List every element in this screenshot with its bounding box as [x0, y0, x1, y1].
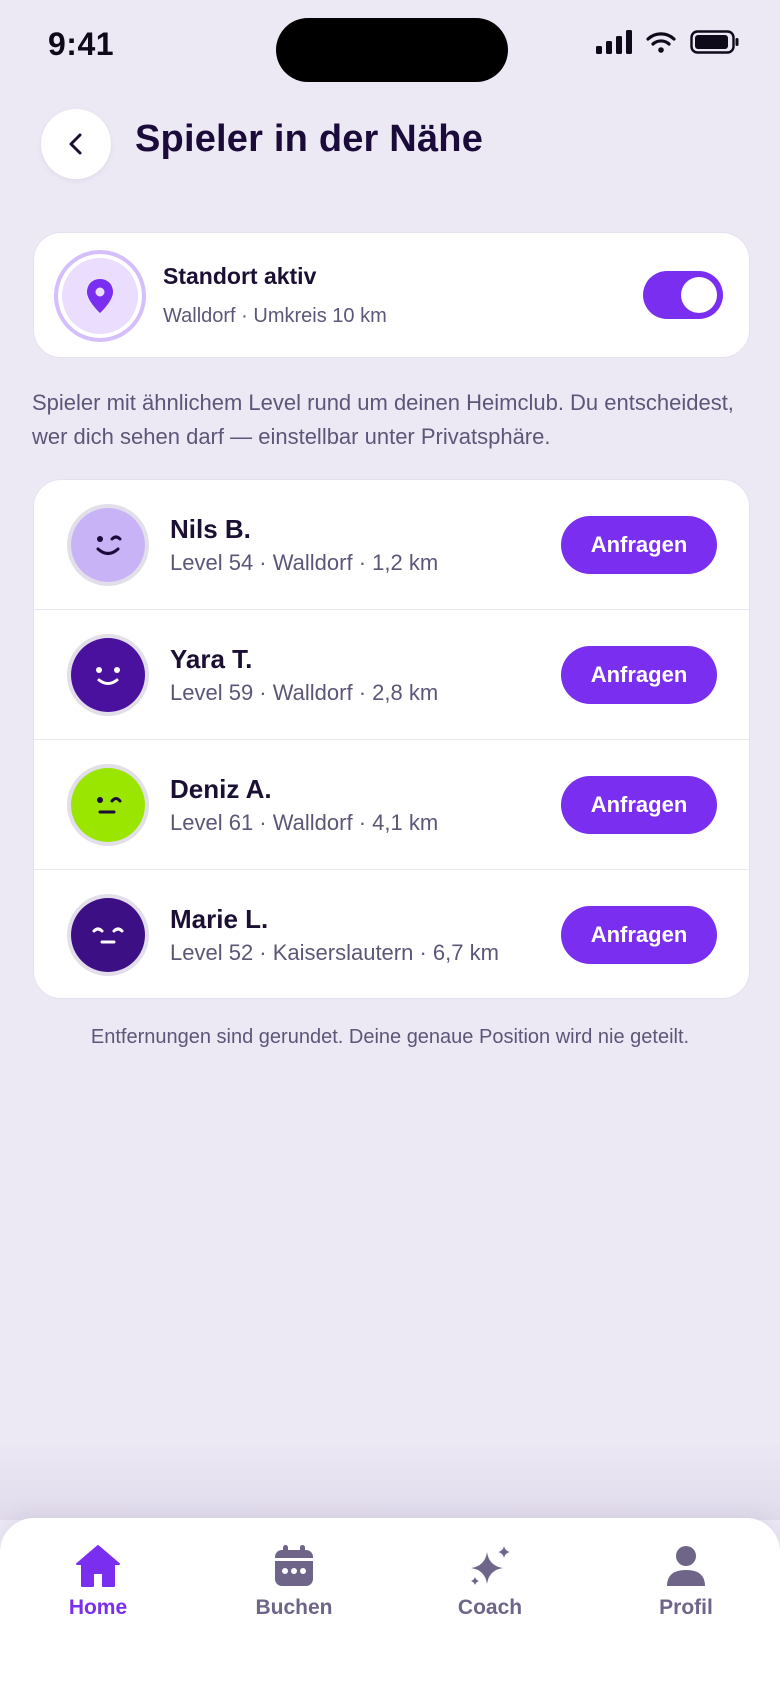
request-button[interactable]: Anfragen	[561, 646, 717, 704]
location-status-title: Standort aktiv	[163, 263, 317, 289]
nav-fade	[0, 1440, 780, 1520]
player-row: Yara T. Level 59 · Walldorf · 2,8 km Anf…	[34, 610, 749, 740]
status-icons	[596, 30, 740, 54]
nav-item-buchen[interactable]: Buchen	[224, 1544, 364, 1620]
intro-text: Spieler mit ähnlichem Level rund um dein…	[32, 390, 734, 449]
player-row: Nils B. Level 54 · Walldorf · 1,2 km Anf…	[34, 480, 749, 610]
player-name: Marie L.	[170, 904, 269, 934]
page-title: Spieler in der Nähe	[135, 118, 484, 160]
smirk-face-icon	[71, 768, 145, 842]
battery-icon	[690, 30, 739, 54]
players-list: Nils B. Level 54 · Walldorf · 1,2 km Anf…	[33, 479, 750, 999]
avatar-face	[71, 508, 145, 582]
nav-label-home: Home	[68, 1596, 128, 1619]
location-radius: Walldorf · Umkreis 10 km	[163, 305, 387, 327]
wifi-icon	[646, 32, 676, 53]
player-meta: Level 52 · Kaiserslautern · 6,7 km	[170, 940, 499, 965]
signal-icon	[596, 30, 632, 54]
request-button[interactable]: Anfragen	[561, 906, 717, 964]
avatar	[67, 504, 149, 586]
home-icon	[76, 1545, 120, 1587]
request-button[interactable]: Anfragen	[561, 776, 717, 834]
nav-label-buchen: Buchen	[255, 1596, 333, 1619]
location-badge	[54, 250, 146, 342]
player-meta: Level 61 · Walldorf · 4,1 km	[170, 810, 439, 835]
dynamic-island	[276, 18, 508, 82]
nav-label-profil: Profil	[659, 1596, 713, 1619]
chevron-left-icon	[69, 133, 82, 155]
player-meta: Level 59 · Walldorf · 2,8 km	[170, 680, 439, 705]
content-face-icon	[71, 898, 145, 972]
nav-item-profil[interactable]: Profil	[616, 1544, 756, 1620]
status-bar: 9:41	[0, 0, 780, 100]
player-name: Deniz A.	[170, 774, 272, 804]
player-row: Marie L. Level 52 · Kaiserslautern · 6,7…	[34, 870, 749, 998]
nav-item-coach[interactable]: Coach	[420, 1544, 560, 1620]
request-button[interactable]: Anfragen	[561, 516, 717, 574]
smile-face-icon	[71, 638, 145, 712]
avatar	[67, 764, 149, 846]
avatar	[67, 634, 149, 716]
avatar	[67, 894, 149, 976]
player-row: Deniz A. Level 61 · Walldorf · 4,1 km An…	[34, 740, 749, 870]
player-name: Yara T.	[170, 644, 253, 674]
nav-item-home[interactable]: Home	[28, 1544, 168, 1620]
screen: 9:41 Spieler in der Nähe Standort aktiv …	[0, 0, 780, 1688]
wink-face-icon	[71, 508, 145, 582]
avatar-face	[71, 638, 145, 712]
map-pin-icon	[87, 279, 113, 313]
avatar-face	[71, 898, 145, 972]
sparkle-icon	[471, 1546, 510, 1585]
player-name: Nils B.	[170, 514, 251, 544]
calendar-icon	[275, 1545, 313, 1586]
status-time: 9:41	[48, 26, 115, 62]
privacy-footnote: Entfernungen sind gerundet. Deine genaue…	[90, 1026, 690, 1048]
nav-label-coach: Coach	[457, 1596, 523, 1619]
location-toggle[interactable]	[643, 271, 723, 319]
bottom-nav: Home Buchen Coach Profil	[0, 1518, 780, 1688]
person-icon	[667, 1546, 705, 1586]
location-card: Standort aktiv Walldorf · Umkreis 10 km	[33, 232, 750, 358]
player-meta: Level 54 · Walldorf · 1,2 km	[170, 550, 439, 575]
avatar-face	[71, 768, 145, 842]
back-button[interactable]	[41, 109, 111, 179]
toggle-knob	[681, 277, 717, 313]
